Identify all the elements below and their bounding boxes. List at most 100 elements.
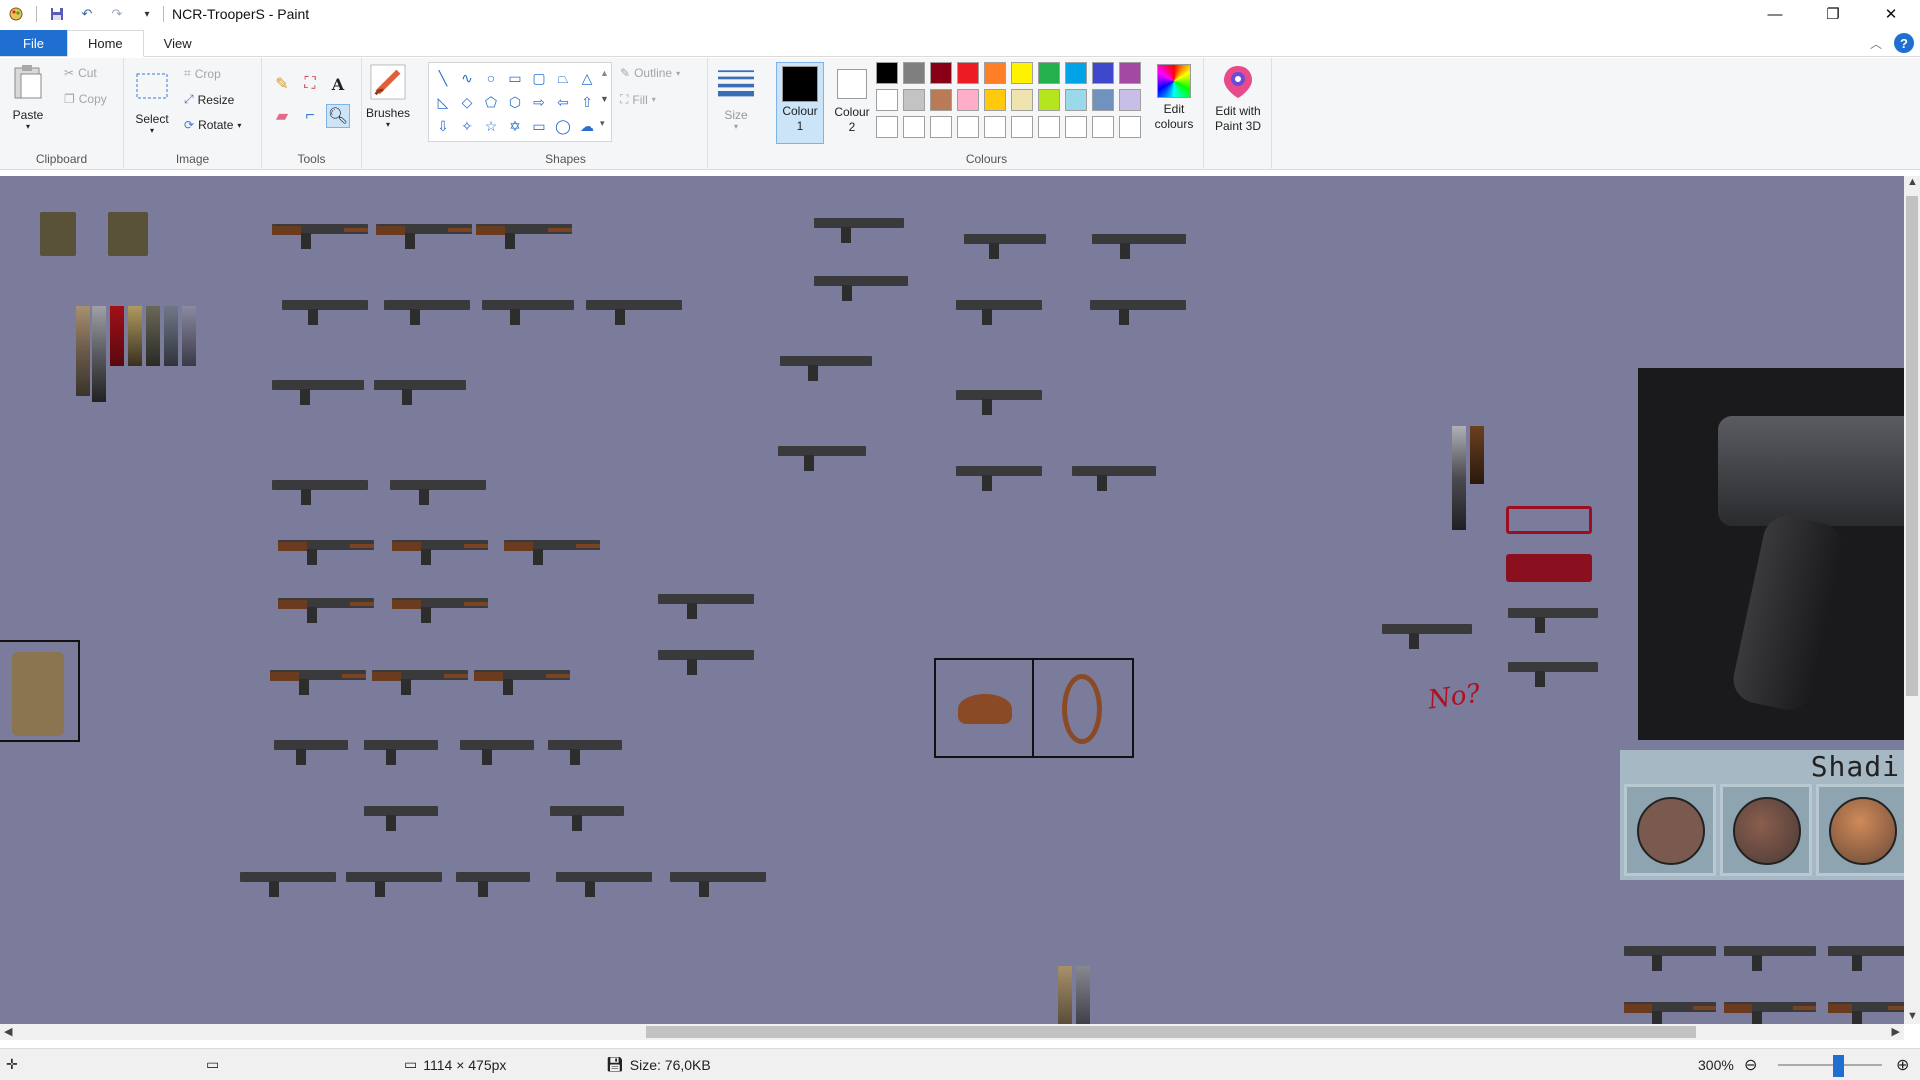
palette-colour-swatch[interactable] <box>1038 116 1060 138</box>
palette-colour-swatch[interactable] <box>903 116 925 138</box>
size-button[interactable]: Size ▾ <box>718 64 754 131</box>
palette-colour-swatch[interactable] <box>1092 89 1114 111</box>
palette-colour-swatch[interactable] <box>930 62 952 84</box>
rect-callout-shape-icon[interactable]: ▭ <box>527 114 551 138</box>
palette-colour-swatch[interactable] <box>876 89 898 111</box>
scroll-right-arrow-icon[interactable]: ▶ <box>1892 1025 1900 1038</box>
palette-colour-swatch[interactable] <box>1011 62 1033 84</box>
right-triangle-shape-icon[interactable]: ◺ <box>431 90 455 114</box>
colour2-selector[interactable]: Colour 2 <box>828 66 876 135</box>
down-arrow-shape-icon[interactable]: ⇩ <box>431 114 455 138</box>
colour1-selector[interactable]: Colour 1 <box>776 62 824 144</box>
resize-button[interactable]: ⤢ Resize <box>184 92 234 107</box>
fill-button[interactable]: ⛶ Fill ▾ <box>620 92 656 107</box>
cut-button[interactable]: ✂ Cut <box>64 66 97 80</box>
oval-callout-shape-icon[interactable]: ◯ <box>551 114 575 138</box>
palette-colour-swatch[interactable] <box>1011 116 1033 138</box>
palette-colour-swatch[interactable] <box>1119 89 1141 111</box>
palette-colour-swatch[interactable] <box>903 62 925 84</box>
tab-home[interactable]: Home <box>66 30 144 57</box>
palette-colour-swatch[interactable] <box>957 116 979 138</box>
six-point-star-shape-icon[interactable]: ✡ <box>503 114 527 138</box>
oval-shape-icon[interactable]: ○ <box>479 66 503 90</box>
eraser-icon[interactable]: ▰ <box>270 104 294 128</box>
magnifier-icon[interactable]: 🔍︎ <box>326 104 350 128</box>
canvas-workspace[interactable]: No? Shadi <box>0 176 1904 1024</box>
triangle-shape-icon[interactable]: △ <box>575 66 599 90</box>
palette-colour-swatch[interactable] <box>876 62 898 84</box>
palette-colour-swatch[interactable] <box>903 89 925 111</box>
palette-colour-swatch[interactable] <box>1038 89 1060 111</box>
palette-colour-swatch[interactable] <box>1119 62 1141 84</box>
palette-colour-swatch[interactable] <box>957 62 979 84</box>
paint-app-icon[interactable] <box>6 4 26 24</box>
palette-colour-swatch[interactable] <box>984 116 1006 138</box>
horizontal-scroll-thumb[interactable] <box>646 1026 1696 1038</box>
palette-colour-swatch[interactable] <box>876 116 898 138</box>
palette-colour-swatch[interactable] <box>1065 116 1087 138</box>
diamond-shape-icon[interactable]: ◇ <box>455 90 479 114</box>
scroll-left-arrow-icon[interactable]: ◀ <box>4 1025 12 1038</box>
tab-view[interactable]: View <box>144 30 212 56</box>
redo-icon[interactable]: ↷ <box>107 4 127 24</box>
shapes-scroll-up-icon[interactable]: ▲ <box>600 68 609 78</box>
text-tool-icon[interactable]: A <box>326 72 350 96</box>
polygon-shape-icon[interactable]: ⏢ <box>551 66 575 90</box>
right-arrow-shape-icon[interactable]: ⇨ <box>527 90 551 114</box>
select-button[interactable]: Select ▾ <box>134 68 170 135</box>
save-icon[interactable] <box>47 4 67 24</box>
shapes-scroll-down-icon[interactable]: ▼ <box>600 94 609 104</box>
four-point-star-shape-icon[interactable]: ✧ <box>455 114 479 138</box>
zoom-in-icon[interactable]: ⊕ <box>1896 1055 1909 1075</box>
palette-colour-swatch[interactable] <box>1011 89 1033 111</box>
pentagon-shape-icon[interactable]: ⬠ <box>479 90 503 114</box>
palette-colour-swatch[interactable] <box>957 89 979 111</box>
rotate-button[interactable]: ⟳ Rotate ▾ <box>184 118 241 132</box>
edit-colours-button[interactable]: Edit colours <box>1148 64 1200 132</box>
scroll-down-arrow-icon[interactable]: ▼ <box>1907 1010 1918 1022</box>
edit-with-paint3d-button[interactable]: Edit with Paint 3D <box>1210 64 1266 134</box>
pencil-icon[interactable]: ✎ <box>270 72 294 96</box>
palette-colour-swatch[interactable] <box>1038 62 1060 84</box>
help-icon[interactable]: ? <box>1894 33 1914 53</box>
paste-button[interactable]: Paste ▾ <box>10 64 46 131</box>
close-button[interactable]: ✕ <box>1862 0 1920 28</box>
up-arrow-shape-icon[interactable]: ⇧ <box>575 90 599 114</box>
hexagon-shape-icon[interactable]: ⬡ <box>503 90 527 114</box>
cloud-callout-shape-icon[interactable]: ☁ <box>575 114 599 138</box>
scroll-up-arrow-icon[interactable]: ▲ <box>1907 176 1918 188</box>
drawing-canvas[interactable]: No? Shadi <box>0 176 1904 1024</box>
collapse-ribbon-icon[interactable]: ︿ <box>1870 35 1882 52</box>
curve-shape-icon[interactable]: ∿ <box>455 66 479 90</box>
color-picker-icon[interactable]: ⌐ <box>298 104 322 128</box>
undo-icon[interactable]: ↶ <box>77 4 97 24</box>
crop-button[interactable]: ⌗ Crop <box>184 66 221 81</box>
outline-button[interactable]: ✎ Outline ▾ <box>620 66 680 80</box>
vertical-scroll-thumb[interactable] <box>1906 196 1918 696</box>
palette-colour-swatch[interactable] <box>984 89 1006 111</box>
rounded-rectangle-shape-icon[interactable]: ▢ <box>527 66 551 90</box>
palette-colour-swatch[interactable] <box>1065 89 1087 111</box>
left-arrow-shape-icon[interactable]: ⇦ <box>551 90 575 114</box>
fill-bucket-icon[interactable]: ⛶ <box>298 72 322 96</box>
palette-colour-swatch[interactable] <box>1065 62 1087 84</box>
palette-colour-swatch[interactable] <box>1092 116 1114 138</box>
horizontal-scrollbar[interactable]: ◀ ▶ <box>0 1024 1904 1040</box>
palette-colour-swatch[interactable] <box>930 89 952 111</box>
palette-colour-swatch[interactable] <box>1119 116 1141 138</box>
minimize-button[interactable]: — <box>1746 0 1804 28</box>
palette-colour-swatch[interactable] <box>984 62 1006 84</box>
line-shape-icon[interactable]: ╲ <box>431 66 455 90</box>
maximize-button[interactable]: ❐ <box>1804 0 1862 28</box>
five-point-star-shape-icon[interactable]: ☆ <box>479 114 503 138</box>
shapes-expand-icon[interactable]: ▾ <box>600 118 605 129</box>
zoom-slider-track[interactable] <box>1778 1064 1882 1066</box>
zoom-out-icon[interactable]: ⊖ <box>1744 1055 1757 1075</box>
copy-button[interactable]: ❐ Copy <box>64 92 107 106</box>
palette-colour-swatch[interactable] <box>930 116 952 138</box>
palette-colour-swatch[interactable] <box>1092 62 1114 84</box>
vertical-scrollbar[interactable]: ▲ ▼ <box>1904 176 1920 1024</box>
customize-qat-icon[interactable]: ▾ <box>137 4 157 24</box>
brushes-button[interactable]: Brushes ▾ <box>366 64 410 129</box>
zoom-slider-thumb[interactable] <box>1833 1055 1845 1077</box>
